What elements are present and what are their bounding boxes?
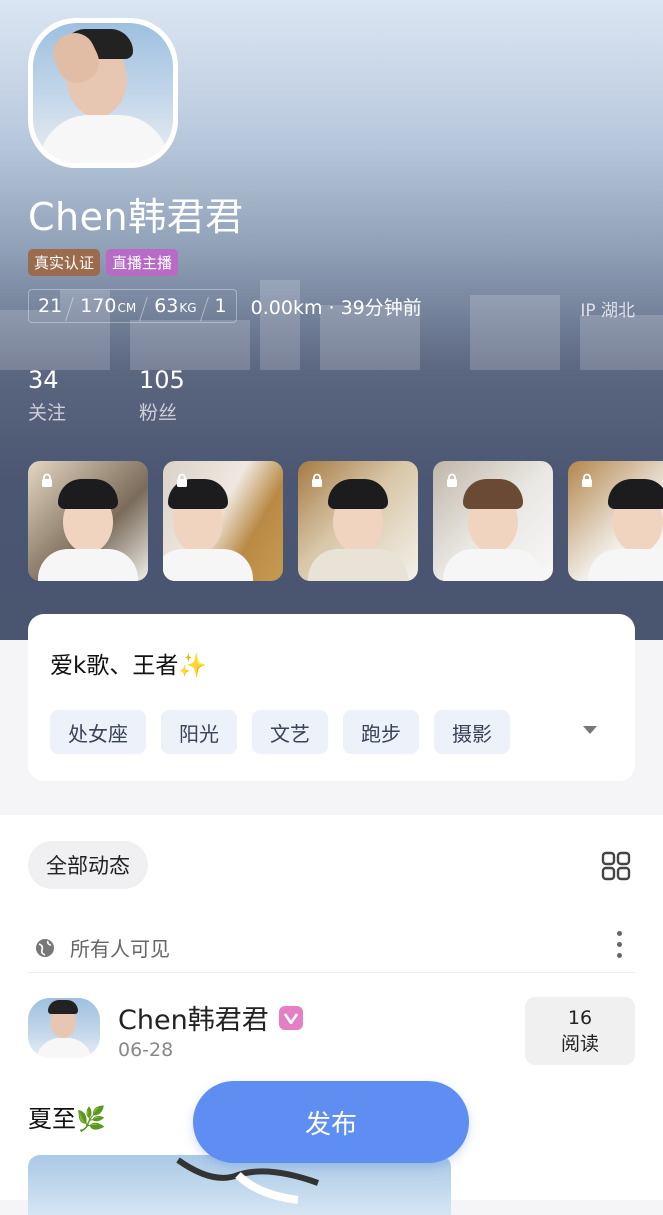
following-label: 关注 bbox=[28, 402, 67, 424]
globe-icon bbox=[36, 938, 54, 957]
verified-check-icon bbox=[278, 1005, 303, 1030]
tag-item[interactable]: 阳光 bbox=[161, 710, 237, 754]
interest-tags: 处女座 阳光 文艺 跑步 摄影 bbox=[50, 710, 510, 754]
feed-filter-button[interactable]: 全部动态 bbox=[28, 841, 148, 889]
locked-photo[interactable] bbox=[298, 461, 418, 581]
photo-album bbox=[28, 461, 663, 581]
read-count-box: 16 阅读 bbox=[525, 997, 635, 1065]
distance-time: 0.00km · 39分钟前 bbox=[250, 296, 422, 319]
divider bbox=[28, 972, 635, 973]
lock-icon bbox=[582, 473, 592, 487]
post-date: 06-28 bbox=[118, 1039, 174, 1061]
bio-text: 爱k歌、王者✨ bbox=[50, 653, 207, 679]
height-stat: 170CM bbox=[71, 295, 145, 317]
profile-name: Chen韩君君 bbox=[28, 195, 244, 239]
profile-stats-line: 21 170CM 63KG 1 0.00km · 39分钟前 bbox=[28, 289, 422, 323]
fans-count: 105 bbox=[139, 366, 185, 394]
expand-tags-icon[interactable] bbox=[583, 726, 597, 734]
visibility-row: 所有人可见 bbox=[34, 933, 170, 962]
fans-label: 粉丝 bbox=[139, 402, 178, 424]
post-author-name[interactable]: Chen韩君君 bbox=[118, 998, 269, 1037]
weight-stat: 63KG bbox=[145, 295, 205, 317]
height-unit: CM bbox=[117, 301, 137, 315]
read-count: 16 bbox=[567, 1007, 593, 1029]
following-stat[interactable]: 34 关注 bbox=[28, 366, 66, 425]
lock-icon bbox=[42, 473, 52, 487]
post-author-row: Chen韩君君 bbox=[118, 998, 303, 1037]
tag-item[interactable]: 跑步 bbox=[343, 710, 419, 754]
lock-icon bbox=[312, 473, 322, 487]
visibility-label: 所有人可见 bbox=[70, 937, 170, 961]
tag-item[interactable]: 处女座 bbox=[50, 710, 146, 754]
locked-photo[interactable] bbox=[163, 461, 283, 581]
post-text: 夏至🌿 bbox=[28, 1105, 106, 1133]
tag-item[interactable]: 摄影 bbox=[434, 710, 510, 754]
fans-stat[interactable]: 105 粉丝 bbox=[139, 366, 185, 425]
bio-card: 爱k歌、王者✨ 处女座 阳光 文艺 跑步 摄影 bbox=[28, 614, 635, 781]
publish-button[interactable]: 发布 bbox=[193, 1081, 469, 1163]
read-label: 阅读 bbox=[560, 1033, 599, 1055]
post-author-avatar[interactable] bbox=[28, 998, 100, 1058]
tag-item[interactable]: 文艺 bbox=[252, 710, 328, 754]
locked-photo[interactable] bbox=[433, 461, 553, 581]
verified-badge[interactable]: 真实认证 bbox=[28, 249, 101, 276]
profile-header: Chen韩君君 真实认证 直播主播 21 170CM 63KG 1 0.00km… bbox=[0, 0, 663, 640]
lock-icon bbox=[447, 473, 457, 487]
profile-avatar[interactable] bbox=[28, 18, 178, 168]
badge-row: 真实认证 直播主播 bbox=[28, 249, 179, 276]
locked-photo[interactable] bbox=[568, 461, 663, 581]
streamer-badge[interactable]: 直播主播 bbox=[106, 249, 179, 276]
body-stats: 21 170CM 63KG 1 bbox=[28, 289, 237, 323]
seagull-image bbox=[176, 1157, 320, 1204]
weight-unit: KG bbox=[179, 301, 197, 315]
grid-view-icon[interactable] bbox=[601, 851, 631, 881]
post-image[interactable] bbox=[28, 1155, 451, 1215]
ip-location: IP 湖北 bbox=[580, 301, 635, 321]
extra-stat: 1 bbox=[206, 295, 236, 317]
locked-photo[interactable] bbox=[28, 461, 148, 581]
more-options-icon[interactable] bbox=[617, 931, 623, 964]
lock-icon bbox=[177, 473, 187, 487]
following-count: 34 bbox=[28, 366, 59, 394]
age-value: 21 bbox=[38, 295, 63, 317]
